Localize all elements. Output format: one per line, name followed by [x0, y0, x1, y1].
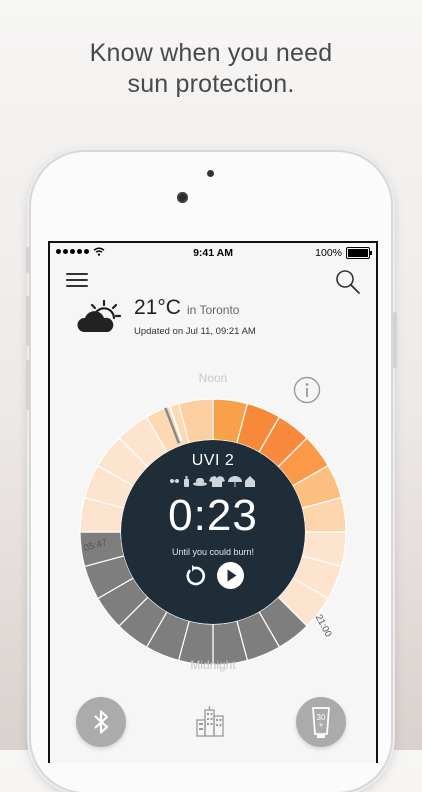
city-buildings-icon[interactable] — [194, 705, 226, 737]
sunscreen-bottle-icon — [184, 476, 189, 487]
partly-cloudy-icon — [77, 299, 122, 332]
front-camera — [177, 192, 188, 203]
search-icon[interactable] — [335, 269, 361, 295]
sunglasses-icon — [170, 479, 179, 483]
sunset-time-label: 21:00 — [313, 613, 334, 639]
bluetooth-button[interactable] — [76, 697, 126, 747]
volume-up-button — [26, 296, 30, 346]
location: in Toronto — [187, 303, 240, 317]
bluetooth-icon — [94, 710, 109, 734]
hamburger-menu-icon[interactable] — [66, 271, 90, 289]
temperature: 21°C — [134, 296, 181, 319]
midnight-label: Midnight — [190, 658, 236, 672]
volume-down-button — [26, 360, 30, 410]
play-button[interactable] — [217, 562, 244, 589]
burn-countdown: 0:23 — [168, 491, 258, 540]
power-button — [393, 312, 397, 368]
play-icon — [227, 569, 237, 582]
headline: Know when you need sun protection. — [0, 38, 422, 100]
countdown-caption: Until you could burn! — [171, 547, 255, 557]
noon-label: Noon — [198, 371, 228, 385]
spf-label: 30 — [317, 713, 326, 722]
shirt-icon — [209, 476, 225, 487]
updated-timestamp: Updated on Jul 11, 09:21 AM — [134, 326, 256, 337]
app-screen: 9:41 AM 100% 21°C in Toronto Updated on … — [48, 241, 378, 763]
headline-line-2: sun protection. — [127, 70, 295, 98]
sunscreen-button[interactable]: 30 ☀ — [296, 697, 346, 747]
hat-icon — [193, 478, 207, 486]
battery-percent: 100% — [315, 247, 342, 259]
headline-line-1: Know when you need — [89, 39, 333, 67]
mute-switch — [26, 247, 30, 273]
svg-text:☀: ☀ — [318, 722, 323, 729]
proximity-sensor — [207, 170, 214, 177]
umbrella-icon — [228, 476, 242, 487]
status-bar: 9:41 AM 100% — [50, 243, 376, 263]
sunscreen-tube-icon: 30 ☀ — [312, 707, 330, 738]
battery-icon — [346, 247, 372, 259]
uvi-value: UVI 2 — [191, 452, 235, 469]
protection-icons-row — [170, 476, 255, 487]
uv-center-panel: UVI 2 0:23 Until you could burn! — [121, 440, 305, 624]
reset-icon[interactable] — [183, 564, 207, 588]
shade-house-icon — [245, 476, 255, 487]
